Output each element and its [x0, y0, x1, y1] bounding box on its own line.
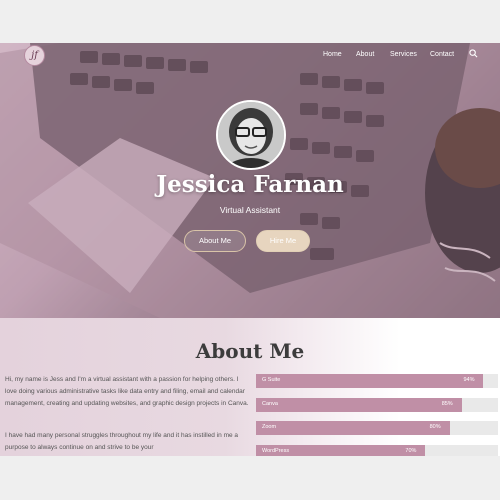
skill-bar-zoom: Zoom 80%: [256, 421, 498, 435]
skill-percent: 94%: [463, 377, 475, 383]
skill-bar-canva: Canva 85%: [256, 398, 498, 412]
search-icon[interactable]: [469, 49, 478, 58]
skill-label: WordPress: [262, 448, 290, 454]
skill-fill: [256, 398, 462, 412]
nav-link-contact[interactable]: Contact: [430, 51, 454, 58]
site-logo[interactable]: jf: [24, 45, 45, 66]
nav-link-services[interactable]: Services: [390, 51, 417, 58]
skill-fill: [256, 421, 450, 435]
hero-name-heading: Jessica Farnan: [156, 171, 344, 198]
skill-label: G Suite: [262, 377, 281, 383]
profile-avatar: [216, 100, 286, 170]
skill-label: Canva: [262, 401, 278, 407]
page-top-margin: [0, 0, 500, 43]
hero-section: jf Home About Services Contact Jessica F…: [0, 43, 500, 318]
skill-percent: 70%: [405, 448, 417, 454]
skill-fill: [256, 374, 484, 388]
skill-bar-gsuite: G Suite 94%: [256, 374, 498, 388]
nav-link-about[interactable]: About: [356, 51, 374, 58]
hire-me-button[interactable]: Hire Me: [256, 230, 310, 252]
top-navigation: jf Home About Services Contact: [0, 43, 500, 69]
nav-link-home[interactable]: Home: [323, 51, 342, 58]
about-paragraph-1: Hi, my name is Jess and I'm a virtual as…: [5, 376, 249, 407]
page-bottom-margin: [0, 456, 500, 500]
about-paragraph-2: I have had many personal struggles throu…: [5, 432, 239, 451]
skill-label: Zoom: [262, 424, 277, 430]
about-me-button[interactable]: About Me: [184, 230, 246, 252]
skill-percent: 80%: [429, 424, 441, 430]
profile-photo: [218, 102, 284, 168]
skill-percent: 85%: [441, 401, 453, 407]
about-section-title: About Me: [195, 339, 305, 363]
hero-tagline: Virtual Assistant: [219, 205, 281, 215]
about-section: About Me Hi, my name is Jess and I'm a v…: [0, 318, 500, 459]
